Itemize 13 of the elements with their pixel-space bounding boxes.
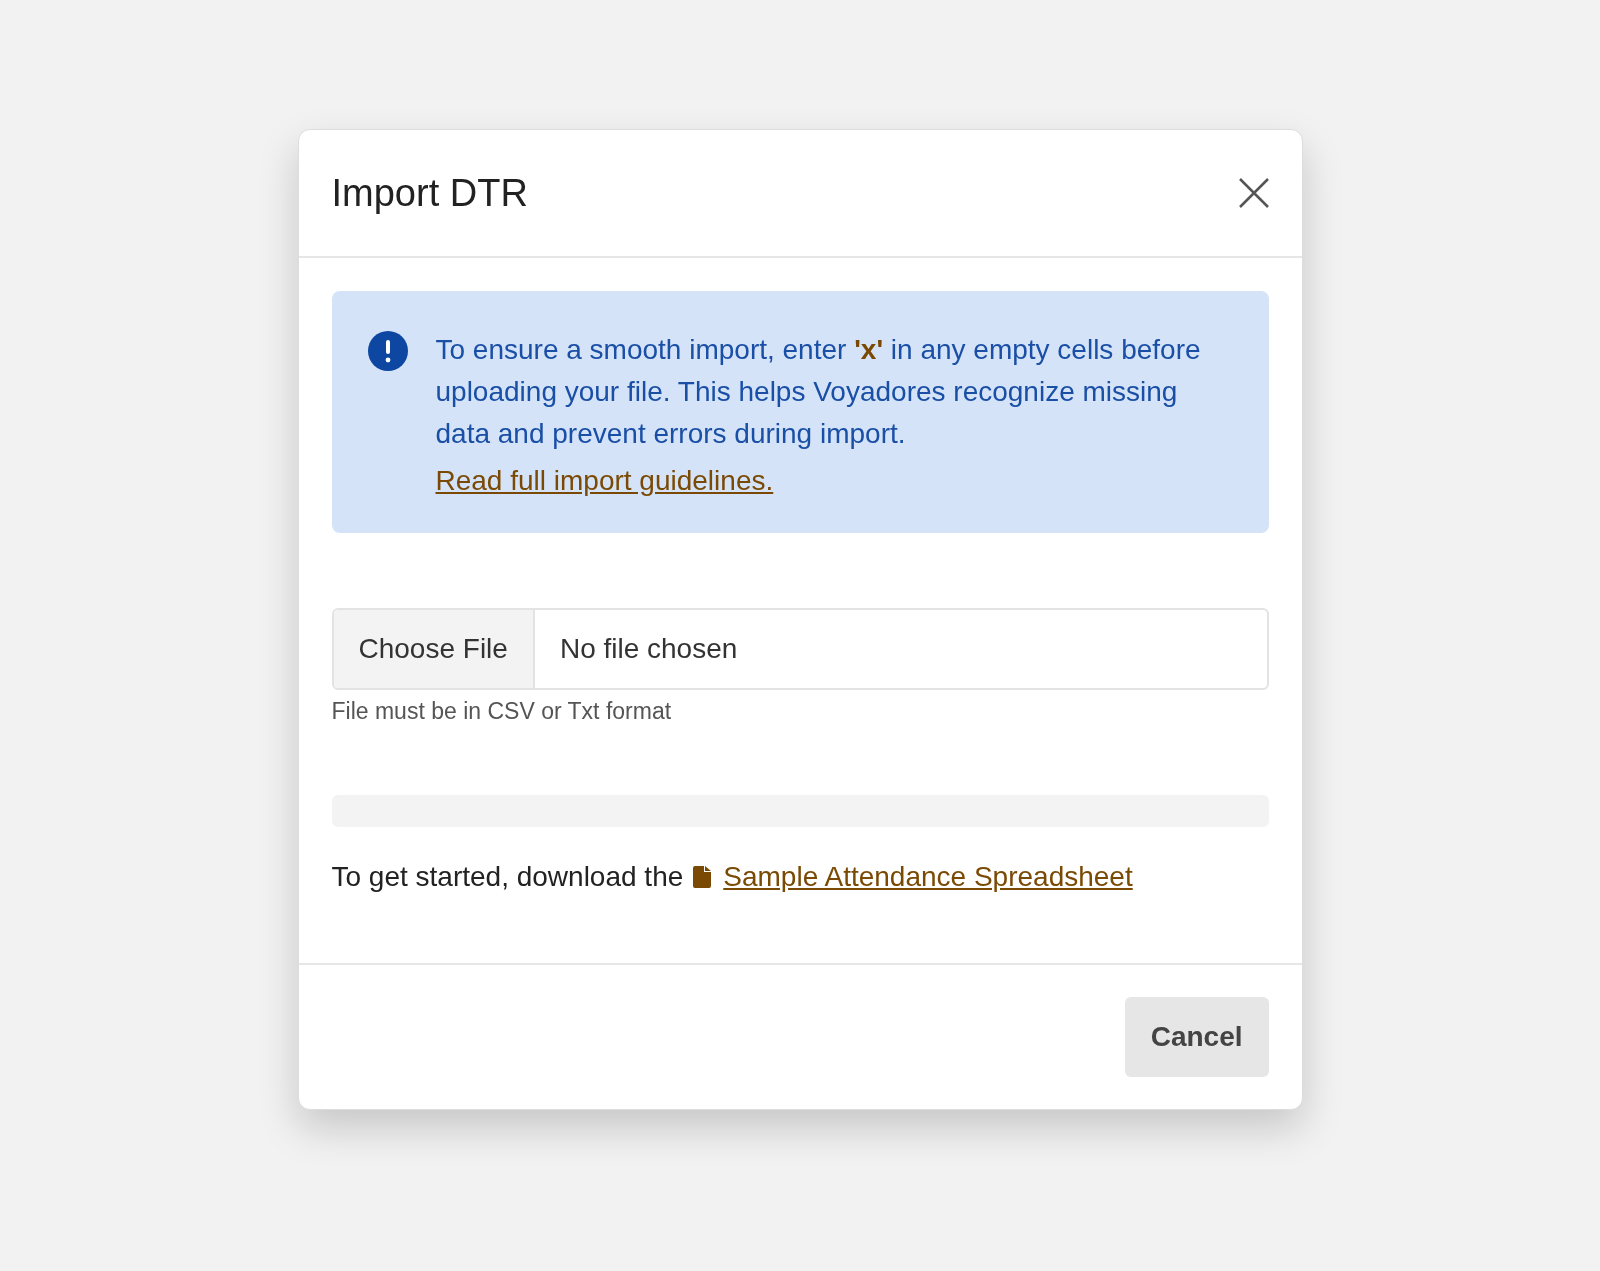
download-text: To get started, download the	[331, 861, 684, 893]
file-hint: File must be in CSV or Txt format	[331, 698, 673, 725]
alert-message: To ensure a smooth import, enter 'x' in any empty cells before uploading your file. This helps Voyadores recognize missing data and prevent errors during import.	[435, 333, 1202, 451]
file-input[interactable]: Choose File No file chosen	[331, 608, 1269, 690]
guidelines-link[interactable]: Read full import guidelines.	[435, 465, 774, 497]
choose-file-button[interactable]: Choose File	[333, 610, 535, 688]
dialog-title: Import DTR	[331, 171, 528, 215]
file-name: No file chosen	[558, 633, 738, 665]
exclamation-icon	[367, 331, 408, 371]
close-icon	[1237, 177, 1270, 209]
spreadsheet-link[interactable]: Sample Attendance Spreadsheet	[693, 861, 1133, 893]
file-icon	[693, 866, 712, 888]
cancel-button[interactable]: Cancel	[1124, 997, 1269, 1077]
